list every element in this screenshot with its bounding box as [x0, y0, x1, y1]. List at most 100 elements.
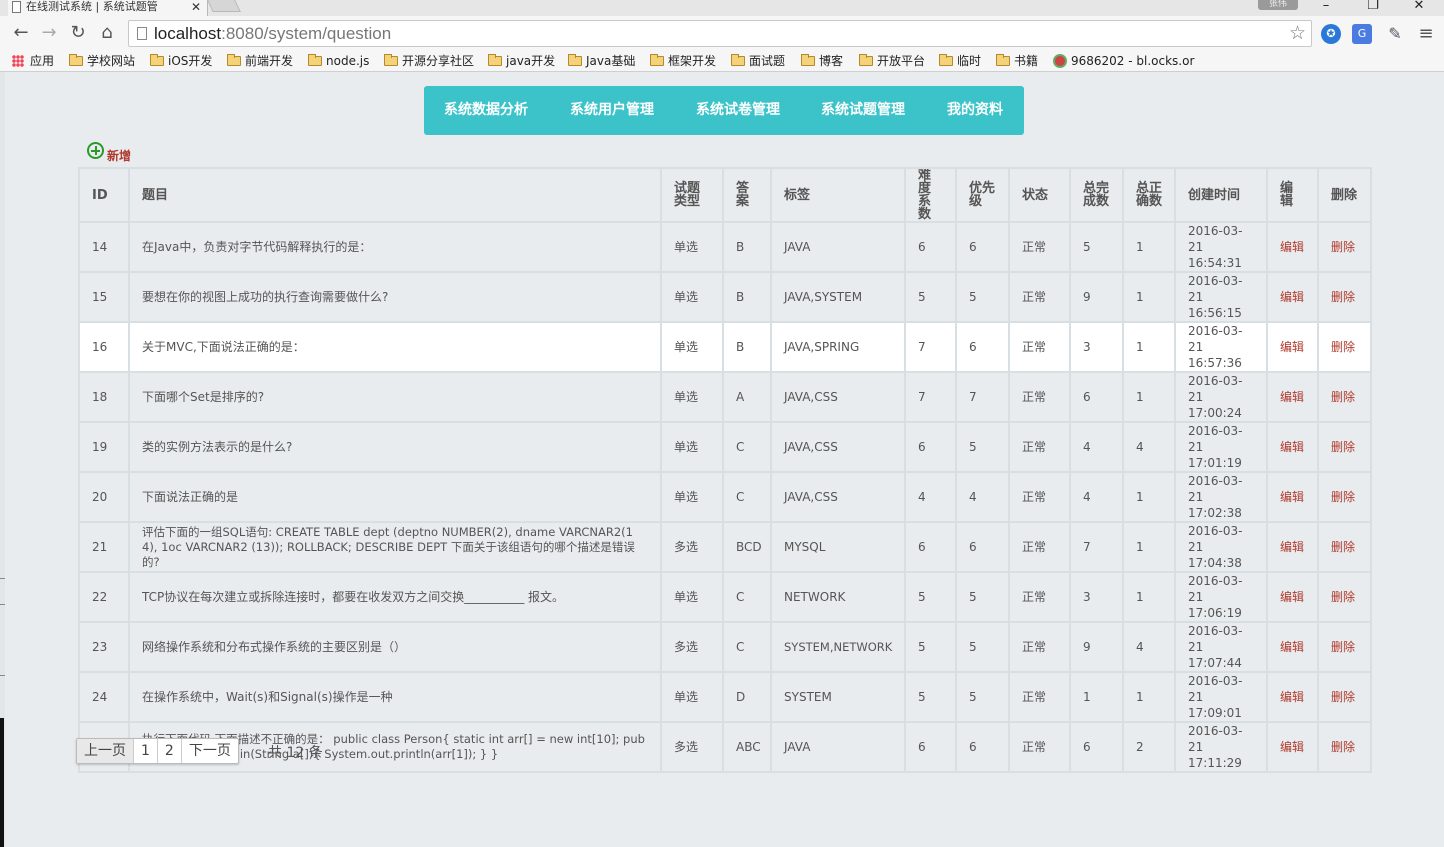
cell-difficulty: 7 [904, 321, 957, 373]
new-tab-button[interactable] [207, 0, 241, 12]
minimize-icon[interactable]: – [1316, 0, 1336, 14]
profile-chip[interactable]: 张伟 [1258, 0, 1298, 10]
cell-created: 2016-03-21 17:02:38 [1174, 471, 1268, 523]
nav-question-management[interactable]: 系统试题管理 [821, 86, 905, 135]
bookmark-folder[interactable]: 开源分享社区 [384, 53, 474, 69]
bookmark-folder[interactable]: 面试题 [731, 53, 785, 69]
bookmark-site[interactable]: 9686202 - bl.ocks.or [1053, 53, 1194, 69]
cell-edit: 编辑 [1266, 371, 1319, 423]
delete-link[interactable]: 删除 [1331, 690, 1355, 704]
bookmark-folder[interactable]: 开放平台 [859, 53, 925, 69]
col-header-status: 状态 [1008, 167, 1071, 223]
page-info-icon[interactable] [137, 27, 147, 40]
delete-link[interactable]: 删除 [1331, 740, 1355, 754]
bookmark-folder[interactable]: iOS开发 [150, 53, 212, 69]
edit-link[interactable]: 编辑 [1280, 490, 1304, 504]
tab-close-icon[interactable]: ✕ [191, 0, 201, 14]
cell-answer: BCD [722, 521, 772, 573]
bookmark-folder[interactable]: 博客 [801, 53, 843, 69]
edit-link[interactable]: 编辑 [1280, 290, 1304, 304]
prev-page-button[interactable]: 上一页 [77, 739, 134, 763]
forward-arrow-icon[interactable]: → [38, 22, 60, 44]
edit-link[interactable]: 编辑 [1280, 440, 1304, 454]
edit-link[interactable]: 编辑 [1280, 240, 1304, 254]
cell-edit: 编辑 [1266, 421, 1319, 473]
delete-link[interactable]: 删除 [1331, 240, 1355, 254]
close-window-icon[interactable]: ✕ [1409, 0, 1429, 14]
bookmark-folder[interactable]: java开发 [488, 53, 555, 69]
table-row[interactable]: 16 关于MVC,下面说法正确的是： 单选 B JAVA,SPRING 7 6 … [78, 321, 1372, 373]
bookmark-folder[interactable]: Java基础 [568, 53, 635, 69]
cell-correct: 1 [1122, 221, 1176, 273]
folder-icon [488, 54, 502, 66]
reload-icon[interactable]: ↻ [67, 22, 89, 44]
menu-icon[interactable]: ≡ [1416, 24, 1436, 44]
bookmark-folder[interactable]: 书籍 [996, 53, 1038, 69]
nav-data-analysis[interactable]: 系统数据分析 [444, 86, 528, 135]
cell-difficulty: 6 [904, 521, 957, 573]
home-icon[interactable]: ⌂ [96, 22, 118, 44]
maximize-icon[interactable]: ❐ [1363, 0, 1383, 14]
bookmark-folder[interactable]: 临时 [939, 53, 981, 69]
nav-paper-management[interactable]: 系统试卷管理 [696, 86, 780, 135]
bookmark-folder[interactable]: node.js [308, 53, 369, 69]
page-button-2[interactable]: 2 [158, 739, 182, 763]
cell-id: 24 [78, 671, 130, 723]
table-row[interactable]: 18 下面哪个Set是排序的? 单选 A JAVA,CSS 7 7 正常 6 1… [78, 371, 1372, 423]
edit-link[interactable]: 编辑 [1280, 690, 1304, 704]
cell-status: 正常 [1008, 721, 1071, 773]
cell-title: 下面说法正确的是 [128, 471, 662, 523]
edit-link[interactable]: 编辑 [1280, 390, 1304, 404]
extension-icon[interactable]: ✪ [1321, 24, 1341, 44]
eyedropper-icon[interactable]: ✎ [1385, 24, 1405, 44]
delete-link[interactable]: 删除 [1331, 590, 1355, 604]
table-row[interactable]: 22 TCP协议在每次建立或拆除连接时，都要在收发双方之间交换_________… [78, 571, 1372, 623]
translate-icon[interactable]: G [1352, 24, 1372, 44]
nav-my-profile[interactable]: 我的资料 [947, 86, 1003, 135]
delete-link[interactable]: 删除 [1331, 540, 1355, 554]
table-row[interactable]: 14 在Java中，负责对字节代码解释执行的是： 单选 B JAVA 6 6 正… [78, 221, 1372, 273]
folder-icon [150, 54, 164, 66]
delete-link[interactable]: 删除 [1331, 490, 1355, 504]
edit-link[interactable]: 编辑 [1280, 340, 1304, 354]
bookmark-star-icon[interactable]: ☆ [1289, 22, 1306, 44]
delete-link[interactable]: 删除 [1331, 390, 1355, 404]
bookmark-apps[interactable]: 应用 [12, 53, 54, 69]
cell-status: 正常 [1008, 371, 1071, 423]
edit-link[interactable]: 编辑 [1280, 590, 1304, 604]
cell-created: 2016-03-21 17:01:19 [1174, 421, 1268, 473]
address-bar[interactable]: localhost:8080/system/question ☆ [128, 20, 1312, 47]
edit-link[interactable]: 编辑 [1280, 540, 1304, 554]
col-header-correct: 总正确数 [1122, 167, 1176, 223]
browser-tab[interactable]: 在线测试系统 | 系统试题管 ✕ [8, 0, 208, 16]
cell-correct: 1 [1122, 321, 1176, 373]
table-row[interactable]: 24 在操作系统中，Wait(s)和Signal(s)操作是一种 单选 D SY… [78, 671, 1372, 723]
cell-answer: C [722, 571, 772, 623]
pagination: 上一页 1 2 下一页 [76, 738, 239, 764]
delete-link[interactable]: 删除 [1331, 640, 1355, 654]
window-edge [0, 72, 5, 847]
bookmark-folder[interactable]: 学校网站 [69, 53, 135, 69]
cell-done: 3 [1069, 571, 1124, 623]
cell-title: 类的实例方法表示的是什么? [128, 421, 662, 473]
delete-link[interactable]: 删除 [1331, 440, 1355, 454]
cell-tags: NETWORK [770, 571, 906, 623]
next-page-button[interactable]: 下一页 [182, 739, 238, 763]
back-arrow-icon[interactable]: ← [10, 22, 32, 44]
table-row[interactable]: 20 下面说法正确的是 单选 C JAVA,CSS 4 4 正常 4 1 201… [78, 471, 1372, 523]
bookmark-folder[interactable]: 框架开发 [650, 53, 716, 69]
table-row[interactable]: 21 评估下面的一组SQL语句: CREATE TABLE dept (dept… [78, 521, 1372, 573]
edit-link[interactable]: 编辑 [1280, 740, 1304, 754]
bookmark-folder[interactable]: 前端开发 [227, 53, 293, 69]
cell-priority: 5 [955, 421, 1010, 473]
cell-priority: 6 [955, 221, 1010, 273]
cell-priority: 5 [955, 671, 1010, 723]
table-row[interactable]: 19 类的实例方法表示的是什么? 单选 C JAVA,CSS 6 5 正常 4 … [78, 421, 1372, 473]
delete-link[interactable]: 删除 [1331, 340, 1355, 354]
edit-link[interactable]: 编辑 [1280, 640, 1304, 654]
table-row[interactable]: 15 要想在你的视图上成功的执行查询需要做什么? 单选 B JAVA,SYSTE… [78, 271, 1372, 323]
table-row[interactable]: 23 网络操作系统和分布式操作系统的主要区别是（） 多选 C SYSTEM,NE… [78, 621, 1372, 673]
nav-user-management[interactable]: 系统用户管理 [570, 86, 654, 135]
delete-link[interactable]: 删除 [1331, 290, 1355, 304]
page-button-1[interactable]: 1 [134, 739, 158, 763]
